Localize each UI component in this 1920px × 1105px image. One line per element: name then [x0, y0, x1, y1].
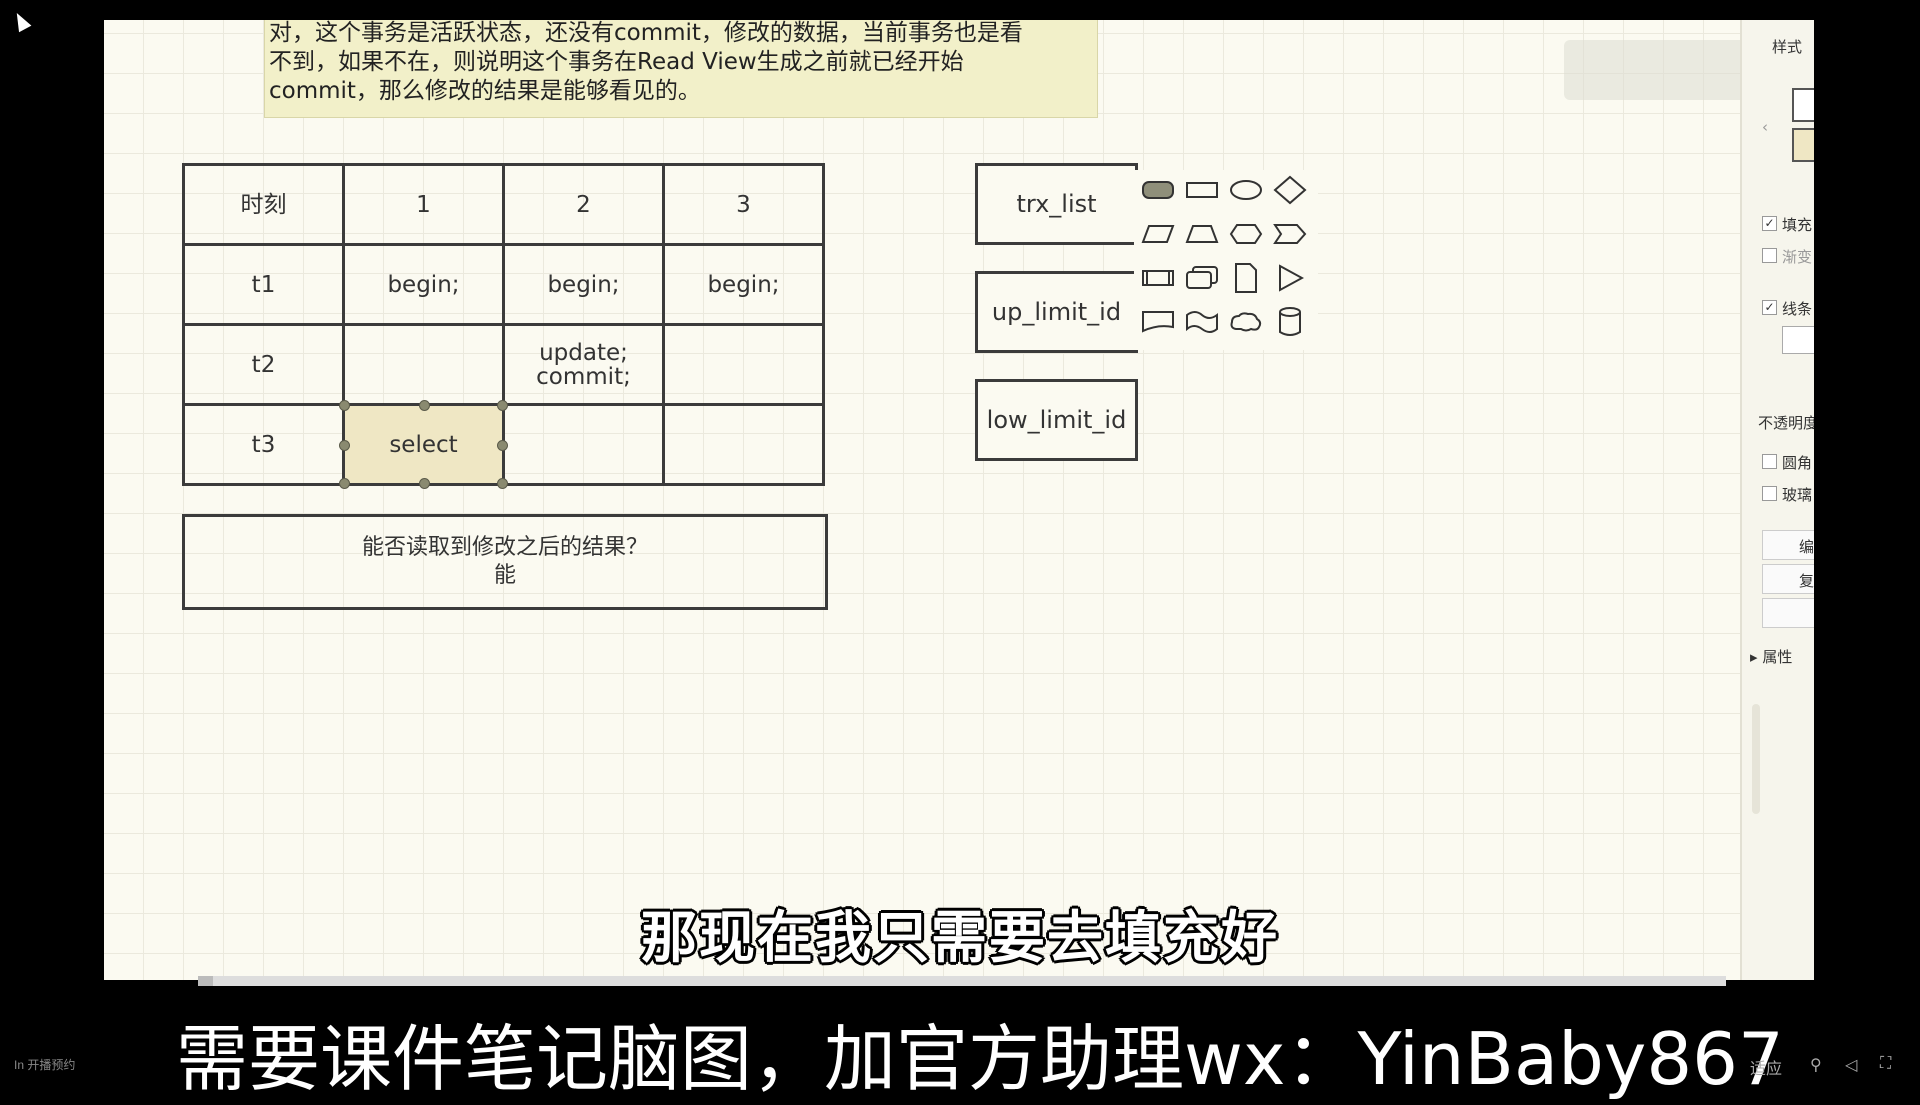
fill-label: 填充 [1782, 216, 1813, 234]
copy-style-button[interactable]: 复 [1762, 564, 1814, 594]
resize-handle[interactable] [419, 478, 430, 489]
fill-checkbox[interactable]: ✓ [1762, 216, 1777, 231]
promo-banner-text: 需要课件笔记脑图，加官方助理wx：YinBaby867 [176, 1017, 1784, 1101]
ellipse-icon[interactable] [1228, 172, 1264, 208]
rounded-checkbox[interactable] [1762, 454, 1777, 469]
low-limit-id-label: low_limit_id [986, 406, 1127, 434]
table-row: t2 update; commit; [182, 323, 825, 406]
fit-button[interactable]: 适应 [1750, 1055, 1782, 1079]
table-cell[interactable]: begin; [502, 243, 665, 326]
rounded-label: 圆角 [1782, 454, 1813, 472]
header-cell[interactable]: 3 [662, 163, 825, 246]
transaction-timeline-table[interactable]: 时刻 1 2 3 t1 begin; begin; begin; t2 upda… [182, 163, 825, 489]
table-cell[interactable] [502, 403, 665, 486]
question-text: 能否读取到修改之后的结果？ [361, 535, 648, 560]
video-progress-bar[interactable] [198, 976, 1726, 986]
table-cell[interactable]: t1 [182, 243, 345, 326]
style-tab[interactable]: 样式 [1772, 36, 1802, 57]
fullscreen-icon[interactable]: ⛶ [1880, 1055, 1891, 1073]
table-cell[interactable]: begin; [342, 243, 505, 326]
line-checkbox[interactable]: ✓ [1762, 300, 1777, 315]
line-style-select[interactable] [1782, 326, 1814, 354]
answer-text: 能 [493, 563, 516, 588]
mouse-cursor-icon [10, 9, 32, 33]
resize-handle[interactable] [339, 400, 350, 411]
diagram-canvas[interactable]: 对，这个事务是活跃状态，还没有commit，修改的数据，当前事务也是看 不到，如… [104, 20, 1814, 980]
shape-picker-palette [1134, 170, 1318, 350]
line-label: 线条 [1782, 300, 1813, 318]
resize-handle[interactable] [419, 400, 430, 411]
wave-icon[interactable] [1184, 304, 1220, 340]
resize-handle[interactable] [497, 440, 508, 451]
video-subtitle: 那现在我只需要去填充好 [641, 906, 1279, 971]
watermark-logo [1564, 40, 1764, 100]
table-cell[interactable] [662, 323, 825, 406]
diamond-icon[interactable] [1272, 172, 1308, 208]
resize-handle[interactable] [339, 478, 350, 489]
hexagon-icon[interactable] [1228, 216, 1264, 252]
stream-status-text: In 开播预约 [14, 1058, 76, 1072]
video-progress-fill [198, 976, 214, 986]
collapse-arrow-icon[interactable]: ‹ [1762, 118, 1768, 136]
resize-handle[interactable] [339, 440, 350, 451]
callout-icon[interactable] [1140, 304, 1176, 340]
table-cell[interactable]: begin; [662, 243, 825, 326]
pin-icon[interactable]: ⚲ [1810, 1055, 1822, 1075]
table-row: t1 begin; begin; begin; [182, 243, 825, 326]
opacity-label: 不透明度 [1758, 414, 1814, 432]
copy-label: 复 [1799, 572, 1814, 590]
cloud-icon[interactable] [1228, 304, 1264, 340]
rounded-rect-icon[interactable] [1140, 172, 1176, 208]
up-limit-id-label: up_limit_id [991, 298, 1122, 326]
parallelogram-icon[interactable] [1140, 216, 1176, 252]
question-answer-box[interactable]: 能否读取到修改之后的结果？ 能 [182, 514, 828, 610]
table-row: t3 select [182, 400, 825, 489]
table-cell[interactable]: update; commit; [502, 323, 665, 406]
note-line: 不到，如果不在，则说明这个事务在Read View生成之前就已经开始 [269, 49, 964, 75]
tag-icon[interactable] [1272, 216, 1308, 252]
note-line: commit，那么修改的结果是能够看见的。 [269, 78, 701, 104]
cylinder-icon[interactable] [1272, 304, 1308, 340]
style-swatch[interactable] [1792, 128, 1814, 162]
up-limit-id-box[interactable]: up_limit_id [975, 271, 1138, 353]
edit-label: 编 [1799, 538, 1814, 556]
trapezoid-icon[interactable] [1184, 216, 1220, 252]
table-cell[interactable]: t2 [182, 323, 345, 406]
table-header-row: 时刻 1 2 3 [182, 163, 825, 246]
gradient-label: 渐变 [1782, 248, 1813, 266]
table-cell[interactable]: t3 [182, 403, 345, 486]
properties-label: 属性 [1762, 648, 1793, 666]
note-text-box[interactable]: 对，这个事务是活跃状态，还没有commit，修改的数据，当前事务也是看 不到，如… [264, 20, 1098, 118]
header-cell[interactable]: 1 [342, 163, 505, 246]
triangle-icon[interactable] [1272, 260, 1308, 296]
style-button[interactable] [1762, 598, 1814, 628]
resize-handle[interactable] [497, 478, 508, 489]
selected-cell-text: select [389, 431, 458, 458]
style-swatch[interactable] [1792, 88, 1814, 122]
low-limit-id-box[interactable]: low_limit_id [975, 379, 1138, 461]
glass-label: 玻璃 [1782, 486, 1813, 504]
note-line: 对，这个事务是活跃状态，还没有commit，修改的数据，当前事务也是看 [269, 20, 1023, 46]
trx-list-label: trx_list [1016, 190, 1097, 218]
document-icon[interactable] [1228, 260, 1264, 296]
trx-list-box[interactable]: trx_list [975, 163, 1138, 245]
table-cell[interactable] [342, 323, 505, 406]
header-cell[interactable]: 时刻 [182, 163, 345, 246]
glass-checkbox[interactable] [1762, 486, 1777, 501]
rectangle-icon[interactable] [1184, 172, 1220, 208]
process-icon[interactable] [1140, 260, 1176, 296]
selected-table-cell[interactable]: select [339, 400, 508, 489]
properties-section[interactable]: ▸ 属性 [1750, 646, 1792, 667]
gradient-checkbox[interactable] [1762, 248, 1777, 263]
table-cell[interactable] [662, 403, 825, 486]
format-panel: 样式 ‹ ✓ 填充 渐变 ✓ 线条 不透明度 圆角 玻璃 编 复 ▸ 属性 [1740, 20, 1814, 980]
panel-scrollbar[interactable] [1752, 704, 1760, 814]
header-cell[interactable]: 2 [502, 163, 665, 246]
volume-icon[interactable]: ◁ [1845, 1055, 1857, 1075]
resize-handle[interactable] [497, 400, 508, 411]
multi-doc-icon[interactable] [1184, 260, 1220, 296]
edit-style-button[interactable]: 编 [1762, 530, 1814, 560]
